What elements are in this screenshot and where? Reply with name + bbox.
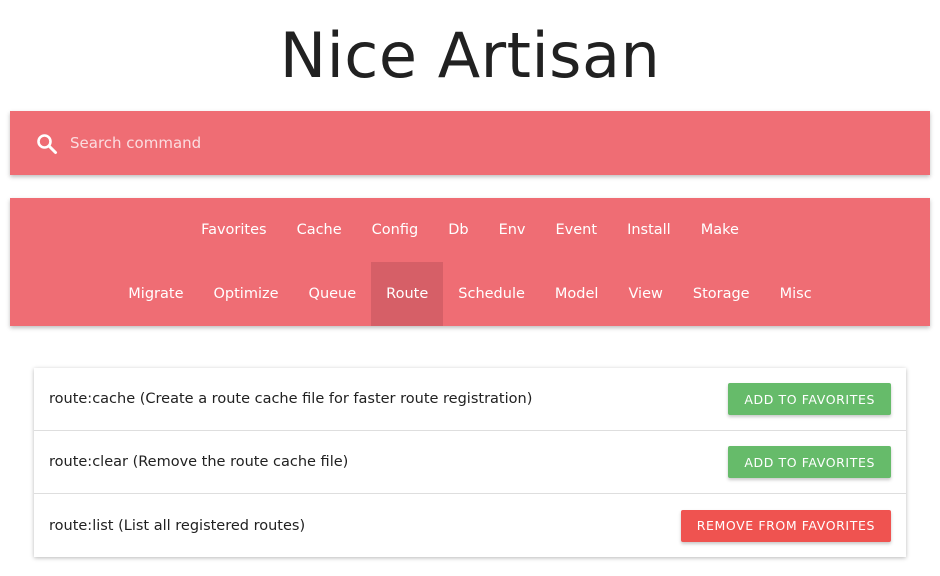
tab-view[interactable]: View <box>613 262 677 326</box>
command-row[interactable]: route:cache (Create a route cache file f… <box>34 368 906 431</box>
tab-event[interactable]: Event <box>541 198 613 262</box>
tab-install[interactable]: Install <box>612 198 686 262</box>
search-input[interactable] <box>68 123 910 163</box>
search-bar <box>10 111 930 175</box>
tab-config[interactable]: Config <box>357 198 434 262</box>
tab-queue[interactable]: Queue <box>294 262 372 326</box>
tab-optimize[interactable]: Optimize <box>199 262 294 326</box>
tab-env[interactable]: Env <box>484 198 541 262</box>
command-list: route:cache (Create a route cache file f… <box>34 368 906 557</box>
nav-row-1: Favorites Cache Config Db Env Event Install Mak… <box>10 198 930 262</box>
tab-cache[interactable]: Cache <box>282 198 357 262</box>
add-to-favorites-button[interactable]: ADD TO FAVORITES <box>728 446 891 478</box>
nav-row-2: Migrate Optimize Queue Route Schedule Model Vi… <box>10 262 930 326</box>
tab-db[interactable]: Db <box>433 198 483 262</box>
search-icon[interactable] <box>36 133 58 155</box>
page-title: Nice Artisan <box>279 19 661 92</box>
command-text: route:list (List all registered routes) <box>49 517 306 534</box>
command-text: route:cache (Create a route cache file f… <box>49 391 533 407</box>
command-row[interactable]: route:clear (Remove the route cache file… <box>34 431 906 494</box>
remove-from-favorites-button[interactable]: REMOVE FROM FAVORITES <box>680 509 891 542</box>
add-to-favorites-button[interactable]: ADD TO FAVORITES <box>728 383 891 415</box>
tab-route[interactable]: Route <box>371 262 444 326</box>
tab-make[interactable]: Make <box>686 198 754 262</box>
tab-migrate[interactable]: Migrate <box>113 262 198 326</box>
command-row[interactable]: route:list (List all registered routes) R… <box>34 494 906 557</box>
category-nav: Favorites Cache Config Db Env Event Install Mak… <box>10 198 930 326</box>
tab-schedule[interactable]: Schedule <box>443 262 540 326</box>
page: Nice Artisan FavoritesCacheConfigDbEnvEv… <box>0 0 940 576</box>
tab-favorites[interactable]: Favorites <box>186 198 282 262</box>
command-text: route:clear (Remove the route cache file… <box>49 454 349 470</box>
tab-misc[interactable]: Misc <box>765 262 827 326</box>
tab-model[interactable]: Model <box>540 262 614 326</box>
tab-storage[interactable]: Storage <box>678 262 765 326</box>
